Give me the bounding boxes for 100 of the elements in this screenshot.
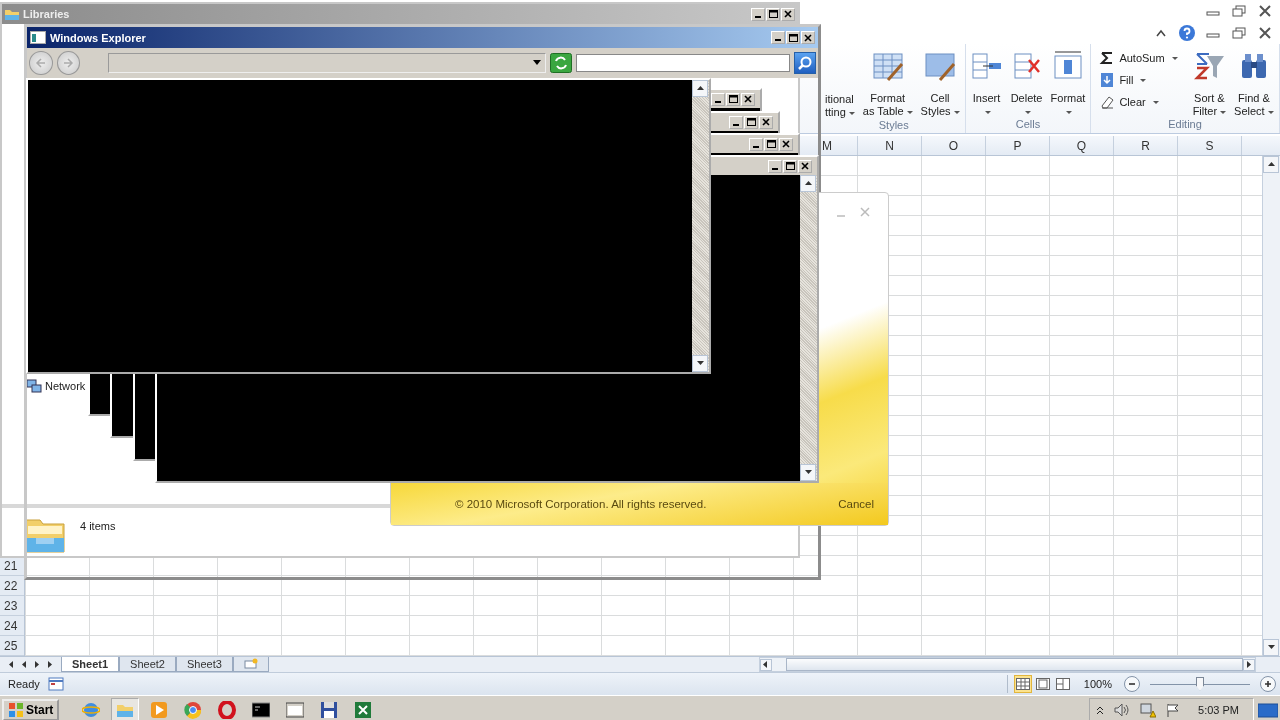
maximize-icon bbox=[788, 33, 798, 42]
clock[interactable]: 5:03 PM bbox=[1198, 704, 1239, 716]
network-icon bbox=[26, 379, 42, 393]
start-button[interactable]: Start bbox=[2, 699, 60, 720]
row-header[interactable]: 23 bbox=[0, 596, 24, 616]
help-button[interactable] bbox=[1178, 25, 1196, 40]
ribbon-button[interactable]: Format as Table bbox=[859, 50, 916, 118]
network-warning-icon[interactable] bbox=[1140, 702, 1157, 718]
group-label: Styles bbox=[877, 119, 910, 133]
column-header[interactable]: M bbox=[821, 136, 858, 155]
cancel-button[interactable]: Cancel bbox=[838, 498, 874, 510]
maximize-button[interactable] bbox=[783, 159, 797, 173]
minimize-button[interactable] bbox=[711, 92, 725, 106]
sheet-tab[interactable]: Sheet2 bbox=[119, 657, 176, 672]
minimize-icon bbox=[715, 100, 721, 103]
sheet-tab[interactable]: Sheet3 bbox=[175, 657, 233, 672]
close-button[interactable] bbox=[741, 92, 755, 106]
close-icon bbox=[860, 207, 870, 217]
minimize-button[interactable] bbox=[751, 7, 765, 21]
ribbon-button[interactable]: Clear bbox=[1099, 94, 1178, 110]
column-header[interactable]: O bbox=[922, 136, 986, 155]
zoom-in-button[interactable] bbox=[1260, 676, 1276, 692]
speaker-icon[interactable] bbox=[1114, 703, 1131, 717]
restore-button[interactable] bbox=[1230, 3, 1248, 18]
view-button[interactable] bbox=[1013, 675, 1032, 693]
flag-icon[interactable] bbox=[1166, 703, 1181, 717]
close-button[interactable] bbox=[781, 7, 795, 21]
column-header[interactable]: R bbox=[1114, 136, 1178, 155]
ribbon-button[interactable]: Find & Select bbox=[1231, 50, 1277, 118]
maximize-button[interactable] bbox=[786, 31, 800, 44]
scroll-down-button[interactable] bbox=[800, 464, 816, 481]
close-button[interactable] bbox=[798, 159, 812, 173]
minimize-button[interactable] bbox=[768, 159, 782, 173]
zoom-out-button[interactable] bbox=[1124, 676, 1140, 692]
maximize-icon bbox=[768, 10, 778, 18]
scroll-up-button[interactable] bbox=[692, 80, 708, 97]
maximize-button[interactable] bbox=[726, 92, 740, 106]
close-icon bbox=[804, 33, 812, 42]
search-button[interactable] bbox=[794, 52, 816, 74]
restore-button[interactable] bbox=[1230, 25, 1248, 40]
scroll-down-button[interactable] bbox=[1263, 639, 1279, 656]
ribbon-button[interactable]: Fill bbox=[1099, 72, 1178, 88]
close-icon bbox=[762, 118, 770, 126]
close-button[interactable] bbox=[1256, 3, 1274, 18]
maximize-icon bbox=[785, 162, 795, 170]
scroll-right-button[interactable] bbox=[1243, 658, 1255, 671]
row-header[interactable]: 24 bbox=[0, 616, 24, 636]
scrollbar-thumb[interactable] bbox=[785, 658, 1244, 671]
show-desktop-icon[interactable] bbox=[1258, 702, 1278, 718]
view-button[interactable] bbox=[1053, 675, 1072, 693]
search-field[interactable] bbox=[576, 54, 791, 72]
sheet-nav-button[interactable] bbox=[32, 658, 42, 671]
minimize-icon bbox=[753, 145, 759, 148]
view-button[interactable] bbox=[1033, 675, 1052, 693]
close-button[interactable] bbox=[1256, 25, 1274, 40]
sidebar-item[interactable]: Network bbox=[26, 379, 86, 393]
scroll-left-button[interactable] bbox=[760, 658, 772, 671]
ribbon-button[interactable]: AutoSum bbox=[1099, 50, 1178, 66]
down-arrow-icon bbox=[1266, 643, 1276, 652]
maximize-button[interactable] bbox=[766, 7, 780, 21]
sheet-tab[interactable]: Sheet1 bbox=[61, 657, 120, 672]
macro-record-icon[interactable] bbox=[47, 677, 64, 691]
zoom-slider[interactable] bbox=[1196, 676, 1204, 691]
ribbon-button[interactable]: Insert bbox=[967, 50, 1006, 118]
scroll-up-button[interactable] bbox=[1263, 156, 1279, 173]
address-field[interactable] bbox=[108, 53, 547, 73]
column-header[interactable]: Q bbox=[1050, 136, 1114, 155]
ribbon-button[interactable]: Cell Styles bbox=[917, 50, 963, 118]
close-icon bbox=[1258, 26, 1272, 39]
ribbon-button[interactable]: Format bbox=[1047, 50, 1089, 118]
minimize-button[interactable] bbox=[749, 137, 763, 151]
grid-view-icon bbox=[1015, 678, 1030, 690]
refresh-button[interactable] bbox=[550, 53, 573, 73]
scroll-down-button[interactable] bbox=[692, 355, 708, 372]
ribbon-button[interactable]: Delete bbox=[1007, 50, 1046, 118]
row-header[interactable]: 22 bbox=[0, 576, 24, 596]
minimize-button[interactable] bbox=[771, 31, 785, 44]
group-label: Editing bbox=[1167, 118, 1203, 133]
maximize-button[interactable] bbox=[744, 115, 758, 129]
maximize-button[interactable] bbox=[764, 137, 778, 151]
close-button[interactable] bbox=[801, 31, 815, 44]
windows-flag-icon bbox=[8, 702, 24, 718]
table-style-icon bbox=[871, 50, 904, 82]
close-icon bbox=[1258, 4, 1272, 17]
column-header[interactable]: P bbox=[986, 136, 1050, 155]
column-header[interactable]: N bbox=[858, 136, 922, 155]
sheet-nav-button[interactable] bbox=[45, 658, 55, 671]
ribbon-button[interactable]: Sort & Filter bbox=[1189, 50, 1230, 118]
sheet-nav-button[interactable] bbox=[19, 658, 29, 671]
close-button[interactable] bbox=[759, 115, 773, 129]
show-hidden-icons-icon[interactable] bbox=[1096, 705, 1105, 715]
forward-arrow-icon bbox=[62, 57, 75, 69]
dropdown-arrow-icon bbox=[533, 60, 542, 66]
close-button[interactable] bbox=[779, 137, 793, 151]
column-header[interactable]: S bbox=[1178, 136, 1242, 155]
scroll-up-button[interactable] bbox=[800, 175, 816, 192]
ribbon-button[interactable]: itional tting bbox=[825, 50, 858, 119]
zoom-level[interactable]: 100% bbox=[1083, 678, 1112, 690]
minimize-button[interactable] bbox=[729, 115, 743, 129]
sheet-nav-button[interactable] bbox=[6, 658, 16, 671]
